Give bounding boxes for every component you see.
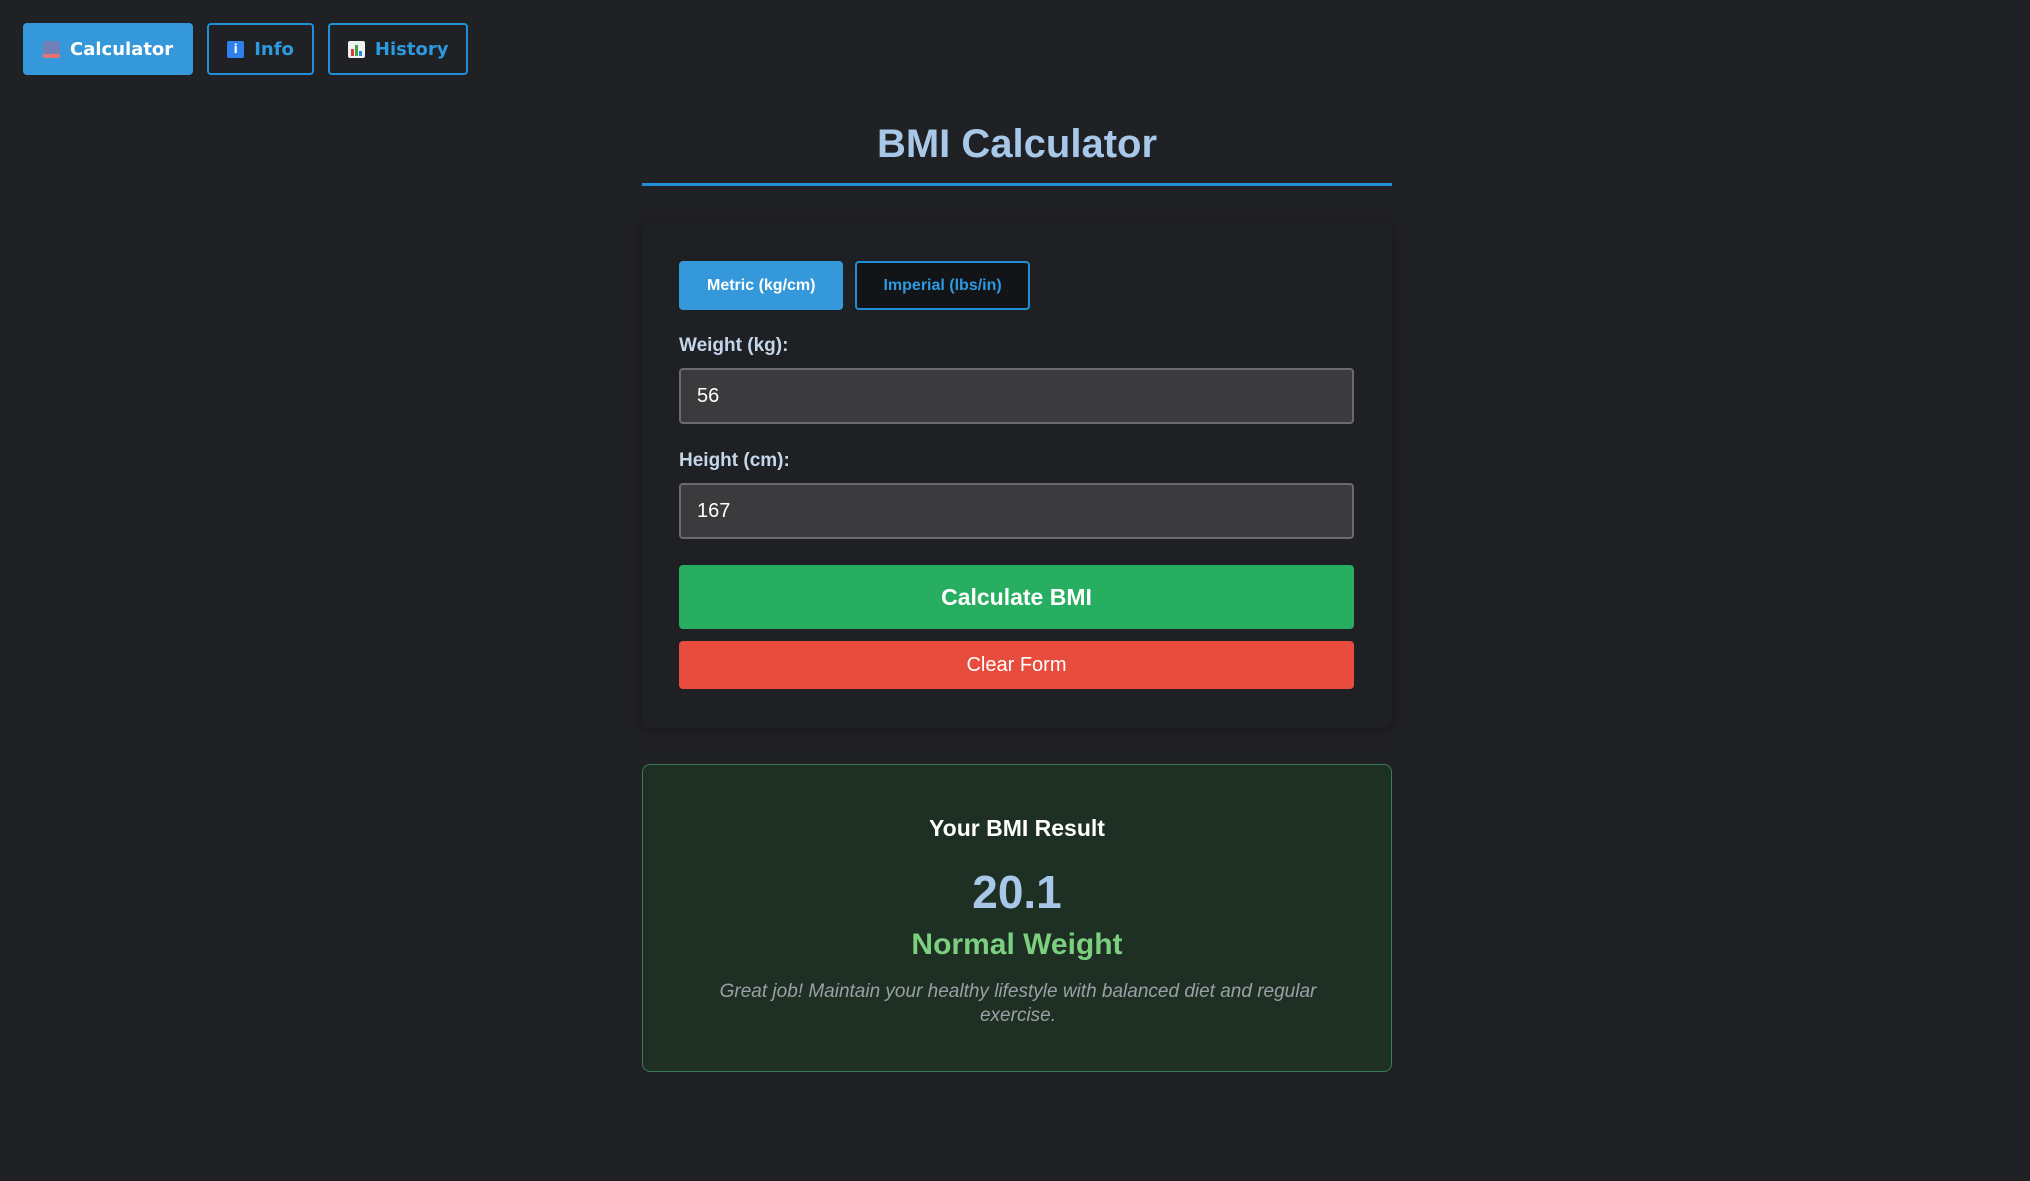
bmi-category: Normal Weight (911, 928, 1123, 961)
main-tabs: Calculator i Info History (23, 23, 469, 75)
title-divider (642, 183, 1392, 186)
weight-label: Weight (kg): (679, 335, 789, 356)
calculator-icon (43, 40, 60, 58)
height-label: Height (cm): (679, 450, 790, 471)
height-input[interactable] (679, 483, 1354, 539)
result-message: Great job! Maintain your healthy lifesty… (719, 981, 1317, 1026)
info-icon: i (227, 40, 245, 58)
calculate-bmi-button[interactable]: Calculate BMI (679, 565, 1354, 629)
weight-input[interactable] (679, 368, 1354, 424)
clear-form-button[interactable]: Clear Form (679, 641, 1354, 689)
bmi-value: 20.1 (972, 866, 1062, 918)
bar-chart-icon (347, 40, 365, 58)
tab-calculator[interactable]: Calculator (23, 23, 194, 75)
page-title: BMI Calculator (876, 122, 1158, 166)
tab-calculator-label: Calculator (70, 38, 174, 60)
bmi-result-card: Your BMI Result 20.1 Normal Weight Great… (642, 764, 1392, 1072)
metric-unit-button[interactable]: Metric (kg/cm) (679, 261, 844, 310)
tab-info-label: Info (254, 38, 294, 60)
bmi-form-card: Metric (kg/cm) Imperial (lbs/in) Weight … (642, 223, 1392, 728)
result-heading: Your BMI Result (929, 815, 1105, 841)
tab-history-label: History (374, 38, 449, 60)
tab-history[interactable]: History (327, 23, 469, 75)
unit-toggle: Metric (kg/cm) Imperial (lbs/in) (679, 261, 1030, 310)
tab-info[interactable]: i Info (207, 23, 314, 75)
imperial-unit-button[interactable]: Imperial (lbs/in) (855, 261, 1030, 310)
